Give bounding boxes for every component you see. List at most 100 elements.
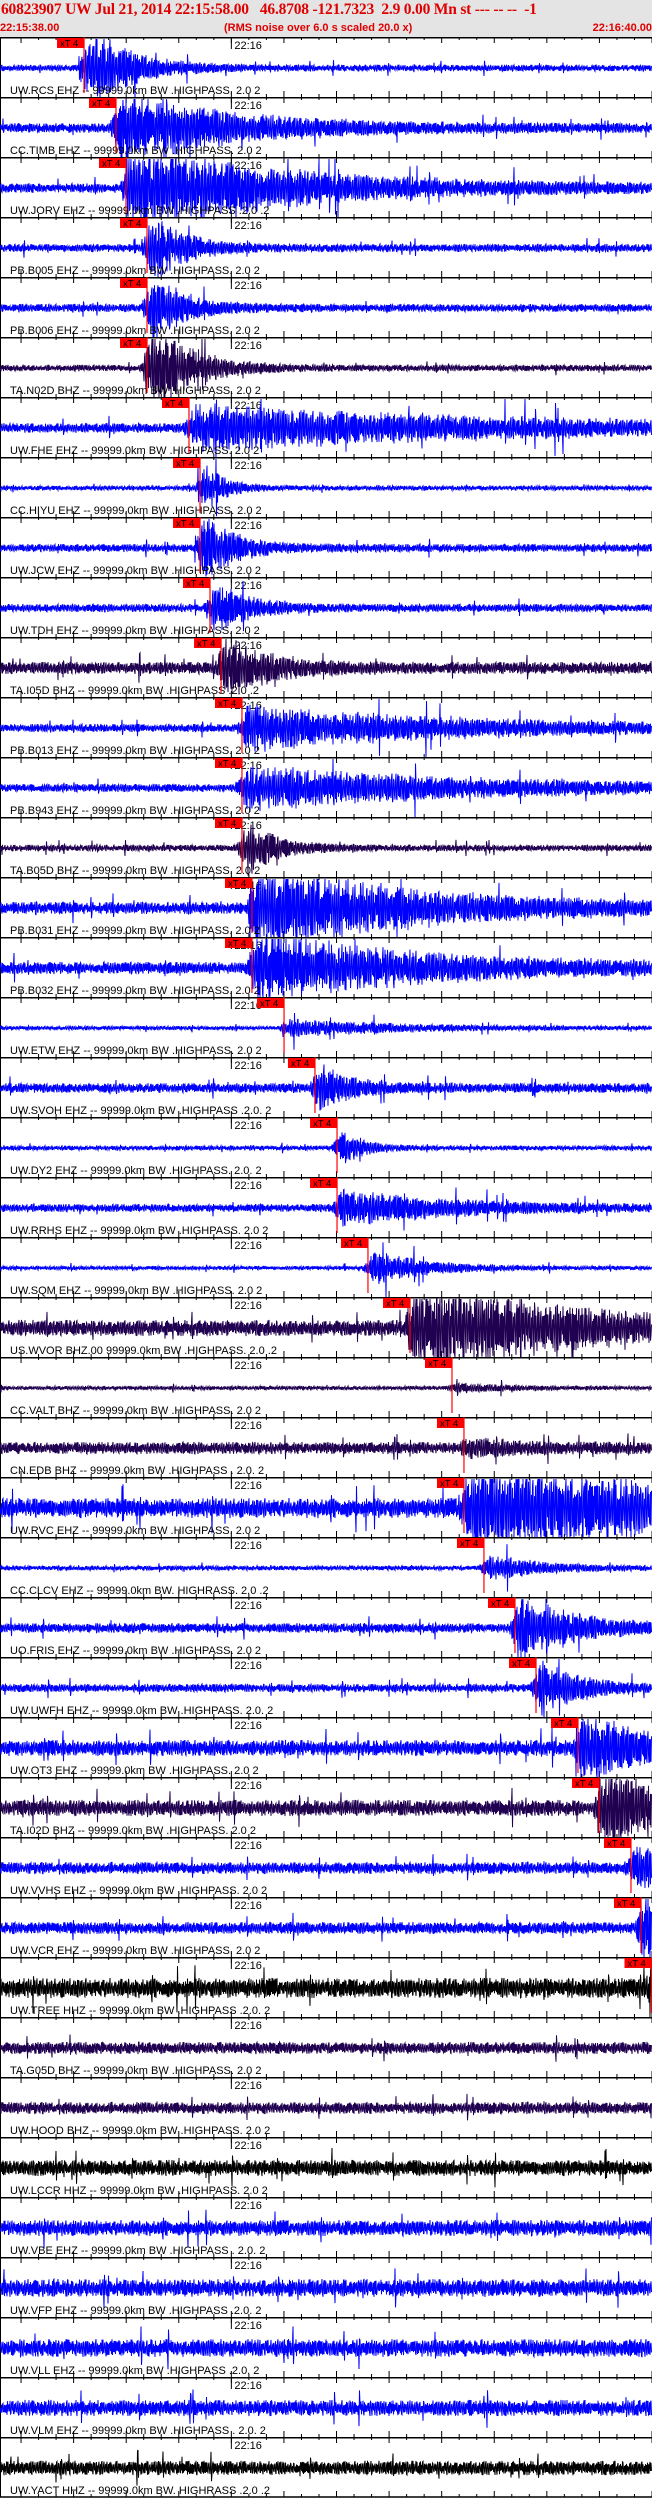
minute-tick-label: 22:16 — [234, 520, 262, 532]
minute-tick-label: 22:16 — [234, 1960, 262, 1972]
waveform — [0, 2147, 652, 2188]
start-time: 22:15:38.00 — [0, 22, 60, 34]
minute-tick-label: 22:16 — [234, 2140, 262, 2152]
station-label: UW.JORV EHZ -- 99999.0km BW .HIGHPASS .2… — [10, 205, 269, 217]
trace-row: 22:16UW.JORV EHZ -- 99999.0km BW .HIGHPA… — [0, 157, 652, 218]
pick-flag-label: xT 4 — [176, 459, 194, 470]
waveform — [0, 2209, 652, 2249]
pick-flag-label: xT 4 — [186, 579, 204, 590]
pick-flag-label: xT 4 — [491, 1599, 509, 1610]
trace-row: 22:16 CC.CLCV EHZ -- 99999.0km BW. HIGHRA… — [0, 1537, 652, 1597]
station-label: UW.RCS EHZ -- 99999.0km BW .HIGHPASS. 2.… — [10, 85, 260, 97]
trace-row: 22:16 PB.B005 EHZ -- 99999.0km BW .HIGHPA… — [0, 217, 652, 278]
trace-row: 22:16 UW.DY2 EHZ -- 99999.0km BW .HIGHPAS… — [0, 1117, 652, 1177]
trace-row: 22:16 CN.EDB BHZ -- 99999.0km BW .HIGHPAS… — [0, 1417, 652, 1477]
trace-row: 22:16 TA.I05D BHZ -- 99999.0km BW .HIGHPA… — [0, 637, 652, 697]
trace-row: 22:16UW.FHE EHZ -- 99999.0km BW .HIGHPAS… — [0, 397, 652, 458]
station-label: UW.VLM EHZ -- 99999.0km BW .HIGHPASS . 2… — [10, 2425, 266, 2437]
station-label: CC.HIYU EHZ -- 99999.0km BW .HIGHPASS. 2… — [10, 505, 262, 517]
trace-row: 22:16 UW.VLL EHZ -- 99999.0km BW .HIGHPAS… — [0, 2317, 652, 2377]
event-header: 60823907 UW Jul 21, 2014 22:15:58.00 46.… — [0, 0, 652, 37]
pick-flag-label: xT 4 — [218, 819, 236, 830]
trace-row: 22:16 UW.VBE EHZ -- 99999.0km BW .HIGHPAS… — [0, 2197, 652, 2257]
minute-tick-label: 22:16 — [234, 2380, 262, 2392]
trace-row: 22:16 UW.OT3 EHZ -- 99999.0km BW .HIGHPAS… — [0, 1717, 652, 1778]
station-label: UW.VCR EHZ -- 99999.0km BW .HIGHPASS. 2.… — [10, 1945, 260, 1957]
noise-note: (RMS noise over 6.0 s scaled 20.0 x) — [224, 22, 413, 34]
pick-flag-label: xT 4 — [440, 1479, 458, 1490]
minute-tick-label: 22:16 — [234, 100, 262, 112]
pick-flag-label: xT 4 — [344, 1239, 362, 1250]
waveform — [0, 1064, 652, 1111]
minute-tick-label: 22:16 — [234, 1780, 262, 1792]
pick-flag-label: xT 4 — [218, 759, 236, 770]
station-label: UW.HOOD BHZ -- 99999.0km BW .HIGHPASS. 2… — [10, 2125, 270, 2137]
minute-tick-label: 22:16 — [234, 1420, 262, 1432]
station-label: UW.RRHS EHZ -- 99999.0km BW .HIGHPASS. 2… — [10, 1225, 268, 1237]
pick-flag-label: xT 4 — [92, 99, 110, 110]
station-label: CC.VALT BHZ -- 99999.0km BW .HIGHPASS. 2… — [10, 1405, 261, 1417]
trace-row: 22:16 TA.I02D BHZ -- 99999.0km BW .HIGHPA… — [0, 1777, 652, 1838]
trace-row: 22:16 UW.VCR EHZ -- 99999.0km BW .HIGHPAS… — [0, 1897, 652, 1958]
waveform — [0, 2093, 652, 2121]
trace-row: 22:16PB.B031 EHZ -- 99999.0km BW .HIGHPA… — [0, 877, 652, 938]
station-label: UW.LCCR HHZ -- 99999.0km BW .HIGHPASS. 2… — [10, 2185, 268, 2197]
station-label: PB.B032 EHZ -- 99999.0km BW .HIGHPASS. 2… — [10, 985, 260, 997]
pick-flag-label: xT 4 — [218, 699, 236, 710]
waveform — [0, 2034, 652, 2062]
pick-flag-label: xT 4 — [123, 219, 141, 230]
trace-row: 22:16 TA.N02D BHZ -- 99999.0km BW .HIGHPA… — [0, 337, 652, 398]
minute-tick-label: 22:16 — [234, 1120, 262, 1132]
station-label: PB.B031 EHZ -- 99999.0km BW .HIGHPASS. 2… — [10, 925, 260, 937]
station-label: TA.B05D BHZ -- 99999.0km BW .HIGHPASS. 2… — [10, 865, 260, 877]
pick-flag-label: xT 4 — [512, 1659, 530, 1670]
trace-row: 22:16 UW.TREE HHZ -- 99999.0km BW .HIGHPA… — [0, 1957, 652, 2018]
trace-row: 22:16 CC.TIMB EHZ -- 99999.0km BW .HIGHPA… — [0, 97, 652, 158]
pick-flag-label: xT 4 — [123, 339, 141, 350]
station-label: UW.TREE HHZ -- 99999.0km BW .HIGHPASS .2… — [10, 2005, 270, 2017]
pick-flag-label: xT 4 — [313, 1179, 331, 1190]
minute-tick-label: 22:16 — [234, 1900, 262, 1912]
trace-row: 22:16 UW.SQM EHZ -- 99999.0km BW .HIGHPAS… — [0, 1237, 652, 1298]
pick-flag-label: xT 4 — [102, 159, 120, 170]
waveform — [0, 2268, 652, 2308]
station-label: CC.TIMB EHZ -- 99999.0km BW .HIGHPASS. 2… — [10, 145, 262, 157]
waveform — [0, 581, 652, 632]
waveform — [0, 2449, 652, 2486]
station-label: TA.I05D BHZ -- 99999.0km BW .HIGHPASS .2… — [10, 685, 259, 697]
seismogram-panel: 22:16 UW.RCS EHZ -- 99999.0km BW .HIGHPAS… — [0, 37, 652, 2498]
pick-flag-label: xT 4 — [291, 1059, 309, 1070]
waveform — [0, 1132, 652, 1164]
pick-flag-label: xT 4 — [228, 879, 246, 890]
trace-row: 22:16PB.B013 EHZ -- 99999.0km BW .HIGHPA… — [0, 697, 652, 758]
pick-flag-label: xT 4 — [313, 1119, 331, 1130]
pick-flag-label: xT 4 — [176, 519, 194, 530]
station-label: CN.EDB BHZ -- 99999.0km BW .HIGHPASS . 2… — [10, 1465, 264, 1477]
waveform — [0, 1187, 652, 1231]
station-label: UW.OT3 EHZ -- 99999.0km BW .HIGHPASS. 2.… — [10, 1765, 259, 1777]
pick-flag-label: xT 4 — [460, 1539, 478, 1550]
station-label: TA.N02D BHZ -- 99999.0km BW .HIGHPASS. 2… — [10, 385, 261, 397]
trace-row: 22:16 UW.LCCR HHZ -- 99999.0km BW .HIGHPA… — [0, 2137, 652, 2197]
waveform — [0, 2326, 652, 2370]
trace-row: 22:16 TA.G05D BHZ -- 99999.0km BW .HIGHPA… — [0, 2017, 652, 2077]
minute-tick-label: 22:16 — [234, 1840, 262, 1852]
station-label: UW.VVHS EHZ -- 99999.0km BW .HIGHPASS. 2… — [10, 1885, 267, 1897]
station-label: CC.CLCV EHZ -- 99999.0km BW. HIGHRASS. 2… — [10, 1585, 269, 1597]
minute-tick-label: 22:16 — [234, 220, 262, 232]
minute-tick-label: 22:16 — [234, 2020, 262, 2032]
pick-flag-label: xT 4 — [165, 399, 183, 410]
station-label: PB.B005 EHZ -- 99999.0km BW .HIGHPASS. 2… — [10, 265, 260, 277]
minute-tick-label: 22:16 — [234, 2260, 262, 2272]
trace-row: 22:16 CC.HIYU EHZ -- 99999.0km BW .HIGHPA… — [0, 457, 652, 517]
trace-row: 22:16 UW.JCW EHZ -- 99999.0km BW .HIGHPAS… — [0, 517, 652, 577]
station-label: UW.JCW EHZ -- 99999.0km BW .HIGHPASS. 2.… — [10, 565, 261, 577]
trace-row: 22:16 UW.VFP EHZ -- 99999.0km BW .HIGHPAS… — [0, 2257, 652, 2317]
minute-tick-label: 22:16 — [234, 340, 262, 352]
station-label: UW.VFP EHZ -- 99999.0km BW .HIGHPASS .2.… — [10, 2305, 261, 2317]
waveform — [0, 1846, 652, 1889]
station-label: UW.VBE EHZ -- 99999.0km BW .HIGHPASS . 2… — [10, 2245, 265, 2257]
minute-tick-label: 22:16 — [234, 1600, 262, 1612]
trace-row: 22:16 UW.HOOD BHZ -- 99999.0km BW .HIGHPA… — [0, 2077, 652, 2137]
station-label: UW.YACT HHZ -- 99999.0km BW. HIGHRASS .2… — [10, 2485, 270, 2497]
